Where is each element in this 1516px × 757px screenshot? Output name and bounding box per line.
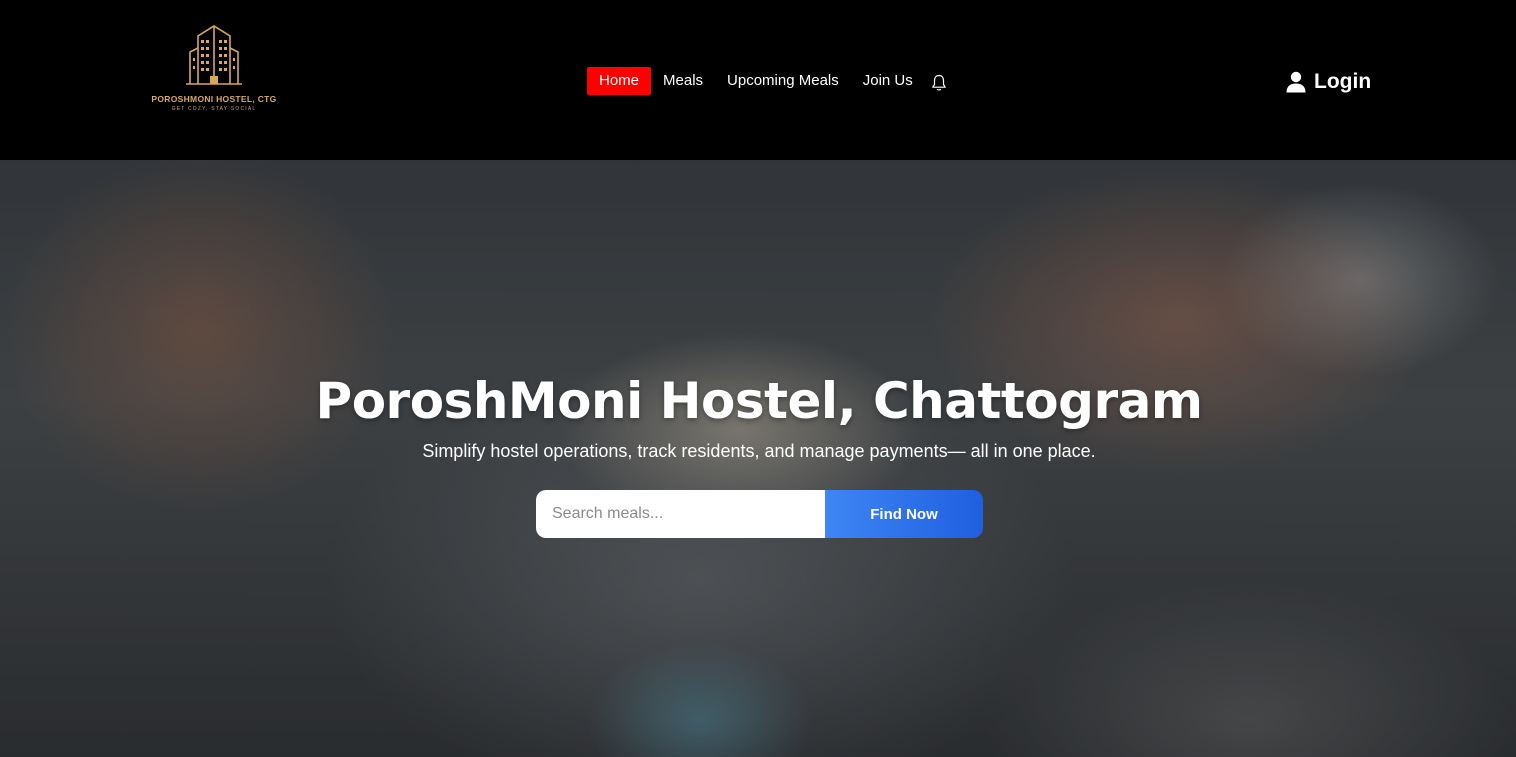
- brand-name: POROSHMONI HOSTEL, CTG: [151, 94, 277, 104]
- brand-tagline: GET COZY, STAY SOCIAL: [171, 106, 257, 112]
- nav-join-us-link[interactable]: Join Us: [851, 67, 925, 95]
- main-nav: Home Meals Upcoming Meals Join Us: [587, 67, 947, 95]
- login-label: Login: [1314, 70, 1372, 93]
- find-now-button[interactable]: Find Now: [825, 490, 983, 538]
- nav-meals-link[interactable]: Meals: [651, 67, 715, 95]
- user-icon: [1286, 71, 1306, 93]
- hero-title: PoroshMoni Hostel, Chattogram: [315, 372, 1203, 430]
- navbar: POROSHMONI HOSTEL, CTG GET COZY, STAY SO…: [0, 0, 1516, 160]
- meal-search-input[interactable]: [536, 490, 825, 538]
- login-button[interactable]: Login: [1286, 68, 1371, 96]
- nav-home-link[interactable]: Home: [587, 67, 652, 95]
- hostel-building-icon: [186, 25, 242, 85]
- bell-icon[interactable]: [931, 74, 947, 92]
- hero-subtitle: Simplify hostel operations, track reside…: [422, 441, 1096, 461]
- nav-upcoming-meals-link[interactable]: Upcoming Meals: [715, 67, 851, 95]
- brand-logo[interactable]: POROSHMONI HOSTEL, CTG GET COZY, STAY SO…: [150, 22, 278, 117]
- meal-search-form: Find Now: [536, 490, 983, 538]
- hero-banner: PoroshMoni Hostel, Chattogram Simplify h…: [0, 160, 1516, 757]
